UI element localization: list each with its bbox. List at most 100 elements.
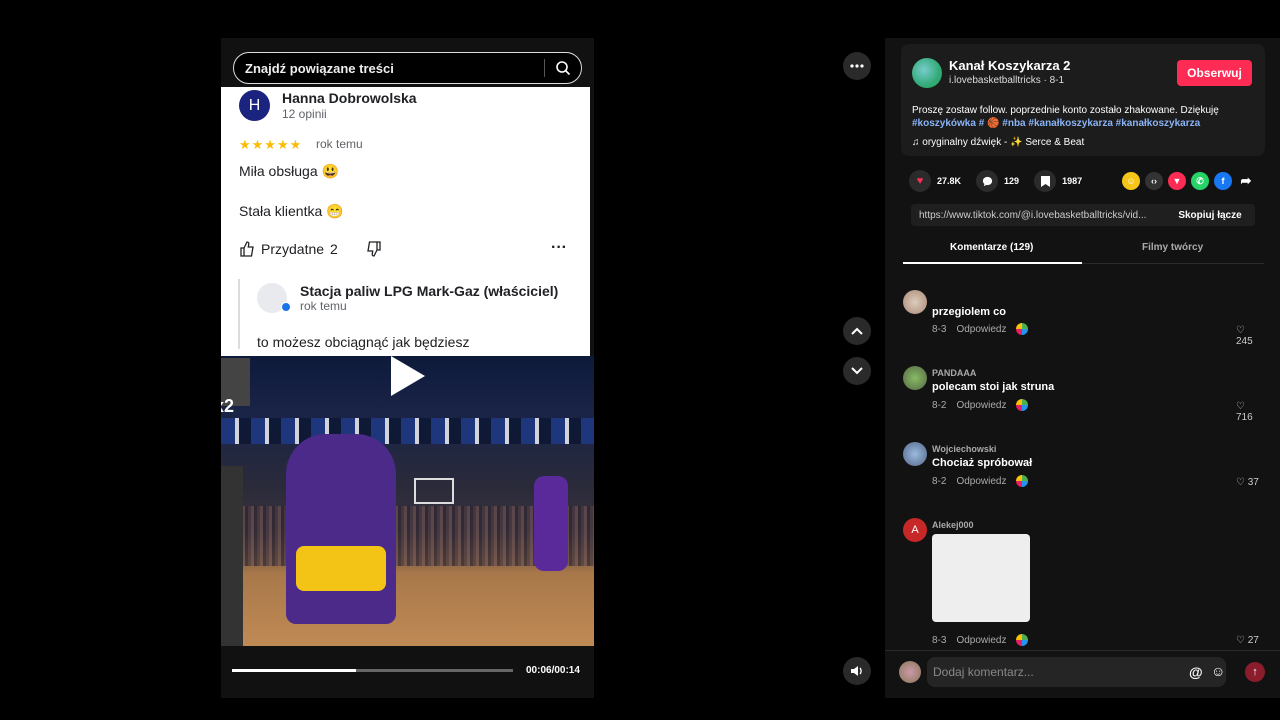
translate-icon[interactable] <box>1016 323 1029 335</box>
comment-avatar[interactable] <box>903 442 927 466</box>
facebook-icon[interactable]: f <box>1214 172 1232 190</box>
share-arrow-icon[interactable]: ➦ <box>1237 172 1255 190</box>
creator-name[interactable]: Kanał Koszykarza 2 <box>949 58 1070 73</box>
comment-text: polecam stoi jak struna <box>932 381 1055 393</box>
more-options-icon: ··· <box>551 239 567 256</box>
description-hashtags[interactable]: #koszykówka # 🏀 #nba #kanałkoszykarza #k… <box>912 118 1200 129</box>
basketball-hoop <box>414 478 454 504</box>
copy-link-button[interactable]: Skopiuj łącze <box>1165 210 1255 221</box>
thumbs-down-icon <box>366 241 382 262</box>
comment-date: 8-3 <box>932 323 947 335</box>
rating-stars: ★★★★★ <box>239 137 303 152</box>
bottom-bar <box>0 698 1280 720</box>
emoji-share-icon[interactable]: ☺ <box>1122 172 1140 190</box>
reviewer-avatar: H <box>239 90 270 121</box>
video-link-box: https://www.tiktok.com/@i.lovebasketball… <box>911 204 1255 226</box>
reply-divider <box>238 279 240 349</box>
comment-button[interactable]: 129 <box>976 170 1019 192</box>
translate-icon[interactable] <box>1016 634 1029 646</box>
reply-button[interactable]: Odpowiedz <box>956 400 1006 411</box>
comment-composer: Dodaj komentarz... @ ☺ ↑ <box>885 650 1280 698</box>
share-options: ☺ ‹› ▼ ✆ f ➦ <box>1122 172 1255 190</box>
thumbs-up-icon <box>240 241 254 257</box>
comment-username[interactable]: Wojciechowski <box>932 444 996 454</box>
creator-avatar[interactable] <box>912 58 942 88</box>
user-avatar <box>899 661 921 683</box>
overlay-label: x2 <box>221 396 235 416</box>
review-text-line1: Miła obsługa 😃 <box>239 163 339 179</box>
like-count: 27.8K <box>937 176 962 186</box>
panel-tabs: Komentarze (129) Filmy twórcy <box>903 242 1264 264</box>
play-icon[interactable] <box>391 356 425 396</box>
reviewer-name: Hanna Dobrowolska <box>282 90 417 106</box>
comment-like-button[interactable]: ♡ 716 <box>1236 401 1263 423</box>
search-input[interactable]: Znajdź powiązane treści <box>234 61 544 76</box>
comment-username[interactable]: PANDAAA <box>932 368 976 378</box>
review-text-line2: Stała klientka 😁 <box>239 203 344 219</box>
more-options-button[interactable] <box>843 52 871 80</box>
emoji-icon[interactable]: ☺ <box>1211 663 1225 679</box>
verified-badge-icon <box>281 302 291 312</box>
creator-card: Kanał Koszykarza 2 i.lovebasketballtrick… <box>901 44 1265 156</box>
previous-video-button[interactable] <box>843 317 871 345</box>
next-video-button[interactable] <box>843 357 871 385</box>
tab-creator-videos[interactable]: Filmy twórcy <box>1142 242 1203 253</box>
player-main <box>286 434 396 624</box>
send-to-friends-icon[interactable]: ▼ <box>1168 172 1186 190</box>
arena-banners <box>221 418 594 444</box>
description-text: Proszę zostaw follow. poprzednie konto z… <box>912 105 1219 116</box>
tab-comments[interactable]: Komentarze (129) <box>950 242 1033 253</box>
translate-icon[interactable] <box>1016 399 1029 411</box>
comment-avatar[interactable]: A <box>903 518 927 542</box>
comment-like-button[interactable]: ♡ 27 <box>1236 635 1259 646</box>
volume-button[interactable] <box>843 657 871 685</box>
comment-date: 8-2 <box>932 475 947 487</box>
top-bar <box>0 0 1280 38</box>
mention-icon[interactable]: @ <box>1189 664 1203 680</box>
tab-active-indicator <box>903 262 1082 264</box>
comment-avatar[interactable] <box>903 366 927 390</box>
video-url: https://www.tiktok.com/@i.lovebasketball… <box>919 209 1147 221</box>
player-main-shorts <box>296 546 386 591</box>
comment-like-count: 716 <box>1236 412 1253 423</box>
video-progress-bar[interactable] <box>232 669 513 672</box>
video-progress-fill <box>232 669 356 672</box>
comment-like-button[interactable]: ♡ 245 <box>1236 325 1263 347</box>
owner-reply-time: rok temu <box>300 299 347 313</box>
sound-link[interactable]: ♫ oryginalny dźwięk - ✨ Serce & Beat <box>912 137 1084 148</box>
review-time: rok temu <box>316 137 363 151</box>
search-icon[interactable] <box>545 60 581 76</box>
comment-like-count: 37 <box>1247 477 1259 488</box>
comment-text: Chociaż spróbował <box>932 457 1033 469</box>
translate-icon[interactable] <box>1016 475 1029 487</box>
comment-meta: 8-2 Odpowiedz <box>932 399 1029 411</box>
helpful-count: 2 <box>330 241 338 257</box>
reply-button[interactable]: Odpowiedz <box>956 476 1006 487</box>
engagement-stats: ♥ 27.8K 129 1987 <box>909 170 1097 192</box>
follow-button[interactable]: Obserwuj <box>1177 60 1252 86</box>
save-count: 1987 <box>1062 176 1083 186</box>
bookmark-icon <box>1034 170 1057 192</box>
comment-avatar[interactable] <box>903 290 927 314</box>
whatsapp-icon[interactable]: ✆ <box>1191 172 1209 190</box>
reviewer-review-count: 12 opinii <box>282 107 327 121</box>
save-button[interactable]: 1987 <box>1034 170 1082 192</box>
comment-text: przegiolem co <box>932 306 1006 318</box>
comment-image[interactable] <box>932 534 1030 622</box>
comment-icon <box>976 170 999 192</box>
like-button[interactable]: ♥ 27.8K <box>909 170 961 192</box>
comment-item: A Alekej000 8-3 Odpowiedz ♡ 27 <box>903 518 1263 646</box>
comment-meta: 8-3 Odpowiedz <box>932 323 1029 335</box>
comment-date: 8-2 <box>932 399 947 411</box>
comment-meta: 8-2 Odpowiedz <box>932 475 1029 487</box>
reply-button[interactable]: Odpowiedz <box>956 635 1006 646</box>
comment-username[interactable]: Alekej000 <box>932 520 974 530</box>
reply-button[interactable]: Odpowiedz <box>956 324 1006 335</box>
related-search-bar[interactable]: Znajdź powiązane treści <box>233 52 582 84</box>
video-player[interactable]: Znajdź powiązane treści H Hanna Dobrowol… <box>221 38 594 698</box>
comment-like-button[interactable]: ♡ 37 <box>1236 477 1259 488</box>
send-button[interactable]: ↑ <box>1245 662 1265 682</box>
comment-like-count: 245 <box>1236 336 1253 347</box>
comment-input[interactable]: Dodaj komentarz... <box>927 657 1226 687</box>
embed-icon[interactable]: ‹› <box>1145 172 1163 190</box>
